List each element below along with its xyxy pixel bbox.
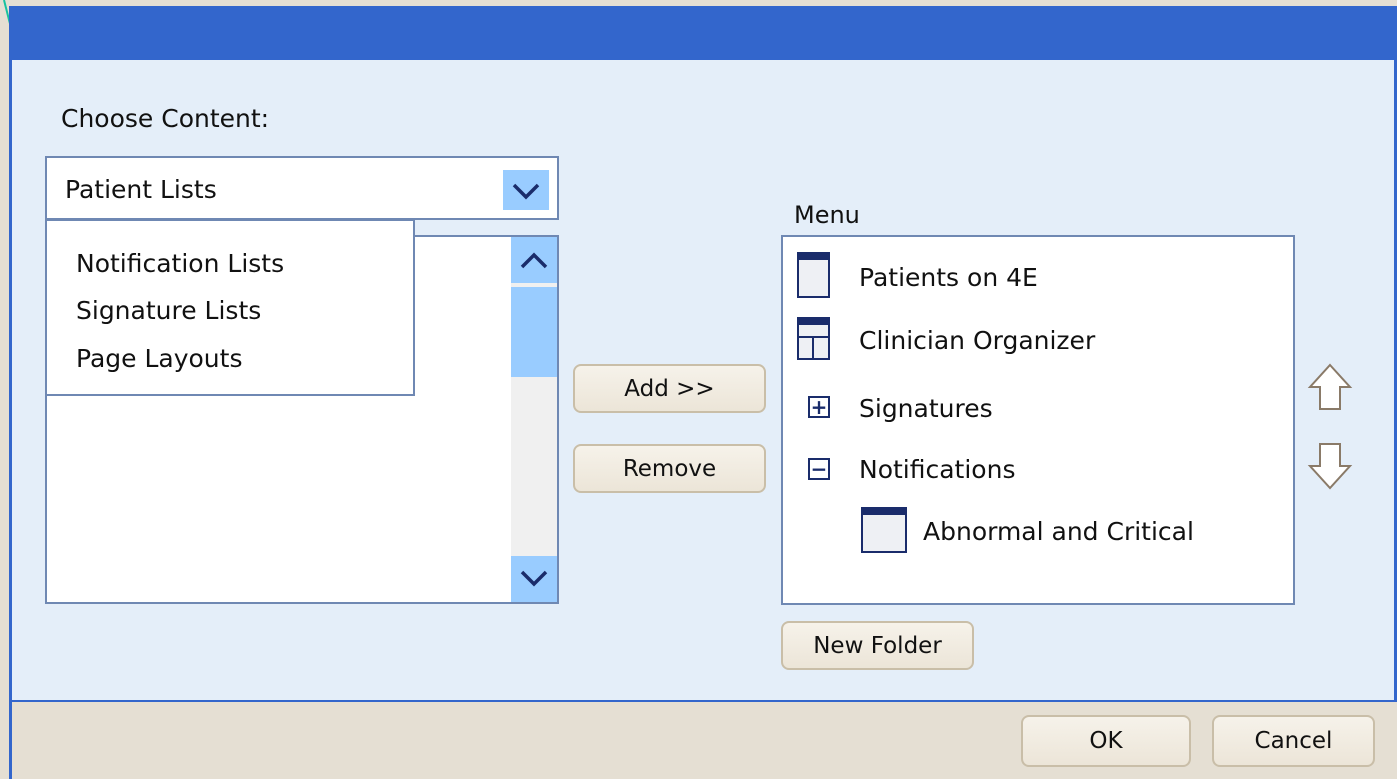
tree-item[interactable]: Patients on 4E — [859, 263, 1038, 292]
menu-tree[interactable]: Patients on 4E Clinician Organizer + Sig… — [781, 235, 1295, 605]
choose-content-label: Choose Content: — [61, 104, 270, 133]
scroll-up-icon[interactable] — [511, 237, 557, 283]
chevron-down-icon[interactable] — [503, 170, 549, 210]
dropdown-option[interactable]: Notification Lists — [76, 249, 284, 278]
title-bar — [9, 6, 1397, 60]
ok-button[interactable]: OK — [1021, 715, 1191, 767]
cancel-button[interactable]: Cancel — [1212, 715, 1375, 767]
new-folder-button[interactable]: New Folder — [781, 621, 974, 670]
collapse-icon[interactable]: − — [808, 458, 830, 480]
scroll-thumb[interactable] — [511, 287, 557, 377]
menu-label: Menu — [794, 201, 860, 229]
dropdown-popup: Notification Lists Signature Lists Page … — [45, 219, 415, 396]
scroll-down-icon[interactable] — [511, 556, 557, 602]
dropdown-option[interactable]: Signature Lists — [76, 296, 261, 325]
remove-button[interactable]: Remove — [573, 444, 766, 493]
layout-icon — [797, 252, 830, 298]
tree-item[interactable]: Clinician Organizer — [859, 326, 1095, 355]
split-layout-icon — [797, 317, 830, 360]
dropdown-option[interactable]: Page Layouts — [76, 344, 242, 373]
move-down-icon[interactable] — [1307, 441, 1353, 491]
move-up-icon[interactable] — [1307, 362, 1353, 412]
content-dropdown[interactable]: Patient Lists — [45, 156, 559, 220]
layout-icon — [861, 507, 907, 553]
tree-item[interactable]: Abnormal and Critical — [923, 517, 1194, 546]
expand-icon[interactable]: + — [808, 396, 830, 418]
tree-item[interactable]: Notifications — [859, 455, 1015, 484]
tree-item[interactable]: Signatures — [859, 394, 993, 423]
dropdown-value: Patient Lists — [65, 175, 217, 204]
add-button[interactable]: Add >> — [573, 364, 766, 413]
